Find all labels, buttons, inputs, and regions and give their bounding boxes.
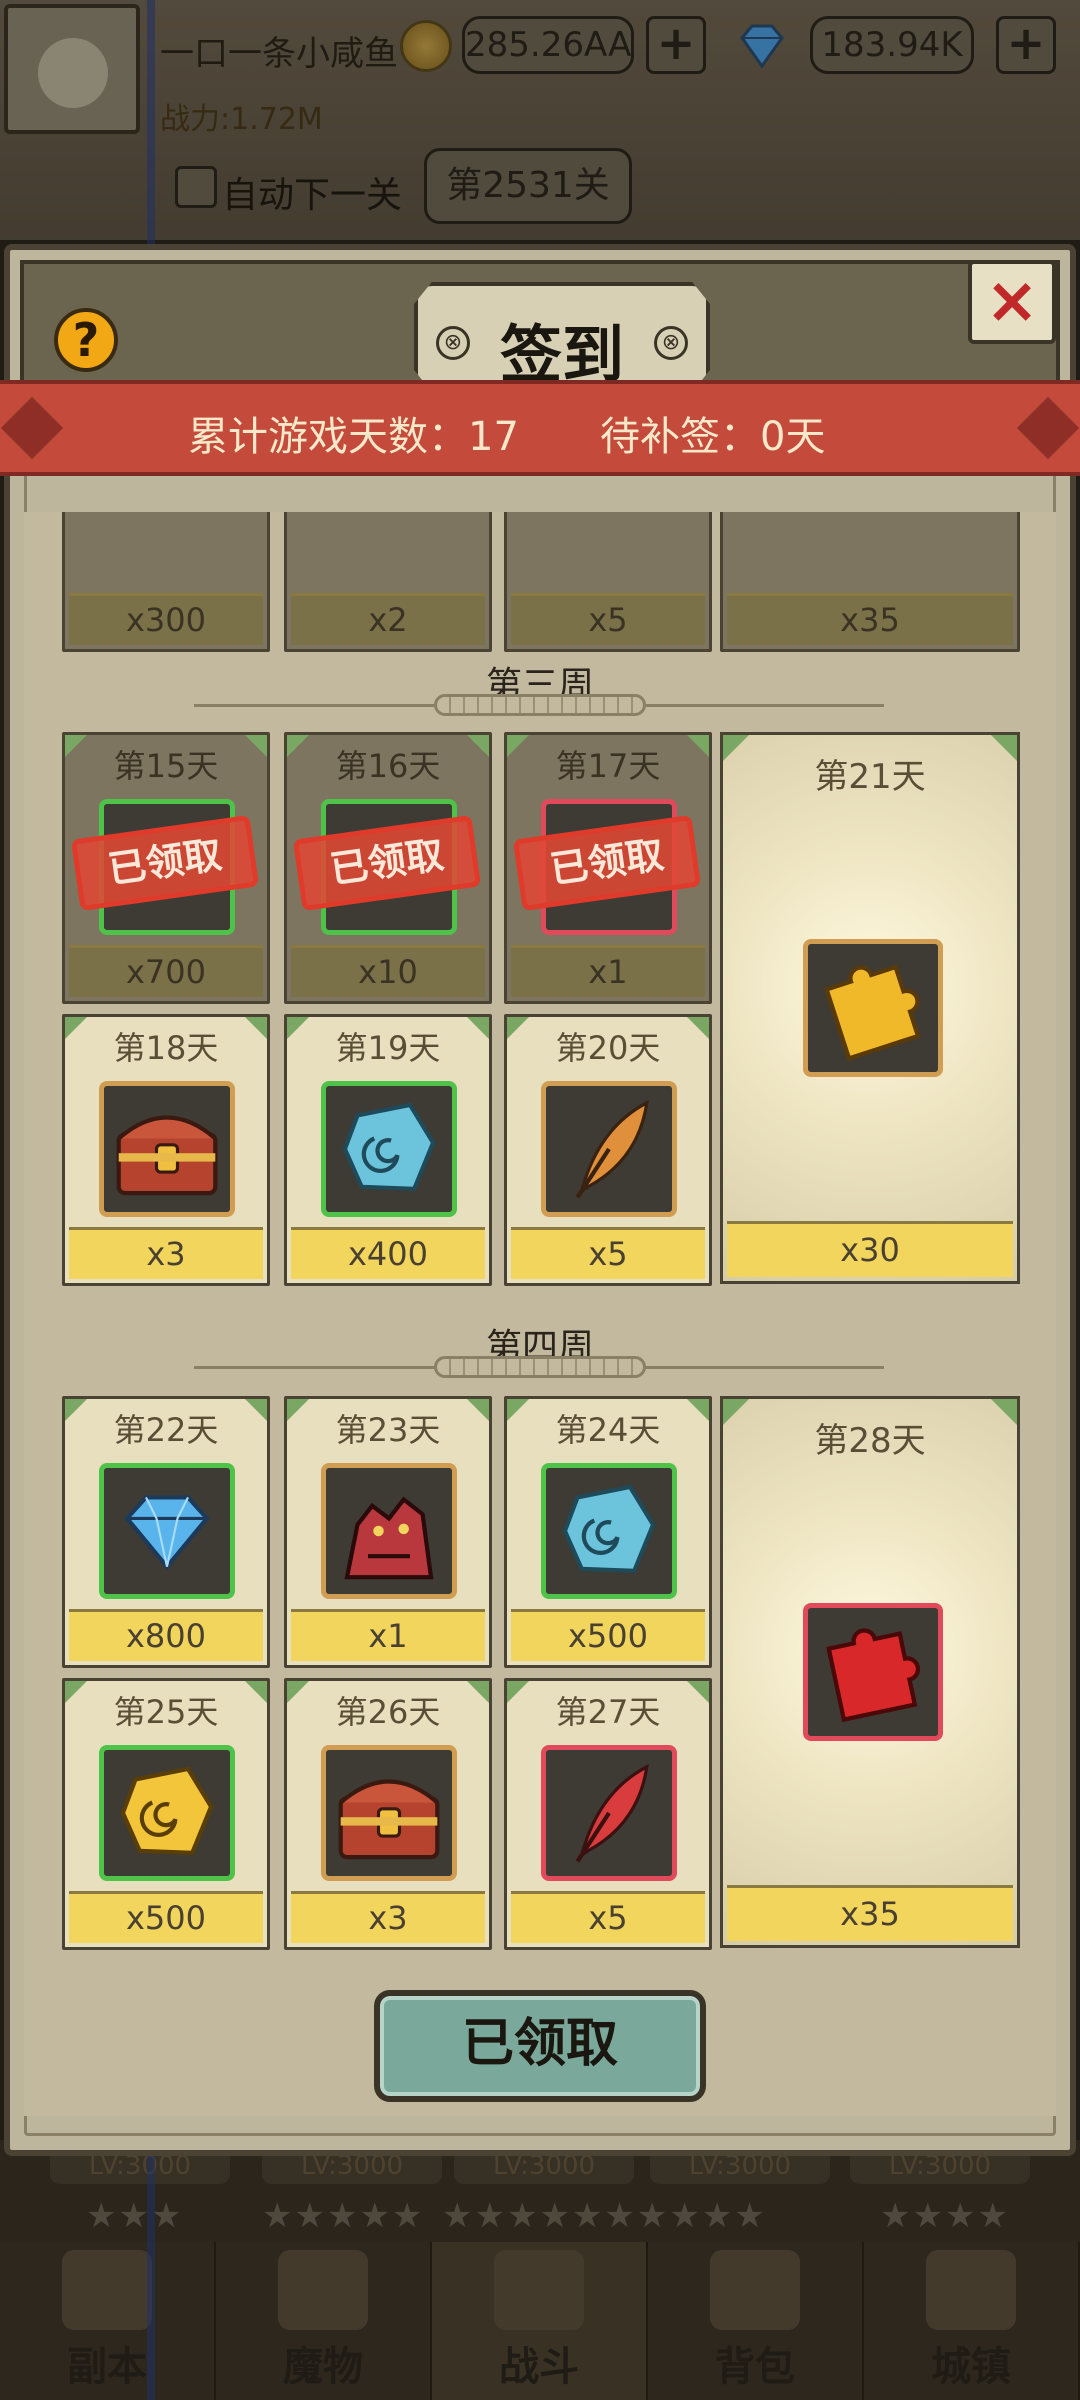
reward-quantity: x30 [727, 1221, 1013, 1277]
reward-card-day-19[interactable]: 第19天 x400 [284, 1014, 492, 1286]
treasure-chest-icon [321, 1745, 457, 1881]
blue-ore-icon [541, 1463, 677, 1599]
reward-card-day-25[interactable]: 第25天 x500 [62, 1678, 270, 1950]
help-button[interactable]: ? [54, 308, 118, 372]
day-label: 第16天 [335, 747, 441, 785]
reward-quantity: x700 [69, 945, 263, 997]
reward-quantity: x500 [69, 1891, 263, 1943]
reward-quantity: x1 [291, 1609, 485, 1661]
red-puzzle-icon [803, 1603, 943, 1741]
week-ornament [434, 694, 646, 716]
reward-card: x300 [62, 512, 270, 652]
day-label: 第17天 [555, 747, 661, 785]
reward-card-day-23[interactable]: 第23天 x1 [284, 1396, 492, 1668]
reward-quantity: x10 [291, 945, 485, 997]
reward-quantity: x5 [511, 1227, 705, 1279]
blue-ore-icon [321, 1081, 457, 1217]
diamond-icon [99, 1463, 235, 1599]
reward-quantity: x3 [291, 1891, 485, 1943]
day-label: 第25天 [113, 1693, 219, 1731]
reward-quantity: x5 [511, 1891, 705, 1943]
dialog-header: ? ⊗ 签到 ⊗ [20, 260, 1060, 392]
reward-card-day-24[interactable]: 第24天 x500 [504, 1396, 712, 1668]
day-label: 第23天 [335, 1411, 441, 1449]
reward-card-day-26[interactable]: 第26天 x3 [284, 1678, 492, 1950]
makeup-days-text: 待补签：0天 [600, 414, 826, 460]
reward-quantity: x35 [727, 593, 1013, 645]
reward-card-big: x35 [720, 512, 1020, 652]
reward-quantity: x400 [291, 1227, 485, 1279]
red-demon-icon [321, 1463, 457, 1599]
day-label: 第24天 [555, 1411, 661, 1449]
reward-card-day-28[interactable]: 第28天 x35 [720, 1396, 1020, 1948]
reward-quantity: x35 [727, 1885, 1013, 1941]
bolt-icon: ⊗ [654, 326, 688, 360]
day-label: 第20天 [555, 1029, 661, 1067]
treasure-chest-icon [99, 1081, 235, 1217]
day-label: 第19天 [335, 1029, 441, 1067]
day-label: 第26天 [335, 1693, 441, 1731]
reward-card-day-20[interactable]: 第20天 x5 [504, 1014, 712, 1286]
rewards-scroll-area[interactable]: x300 x2 x5 x35 第三周 第15天 已领取 x700 第16天 已领… [24, 512, 1056, 2116]
reward-card: x2 [284, 512, 492, 652]
day-label: 第27天 [555, 1693, 661, 1731]
reward-quantity: x3 [69, 1227, 263, 1279]
reward-card-day-27[interactable]: 第27天 x5 [504, 1678, 712, 1950]
reward-quantity: x300 [69, 593, 263, 645]
gold-puzzle-icon [803, 939, 943, 1077]
reward-quantity: x800 [69, 1609, 263, 1661]
reward-card-day-16[interactable]: 第16天 已领取 x10 [284, 732, 492, 1004]
total-days-text: 累计游戏天数：17 [188, 414, 519, 460]
reward-card-day-17[interactable]: 第17天 已领取 x1 [504, 732, 712, 1004]
reward-card-day-21[interactable]: 第21天 x30 [720, 732, 1020, 1284]
reward-card: x5 [504, 512, 712, 652]
claimed-button[interactable]: 已领取 [374, 1990, 706, 2102]
reward-card-day-18[interactable]: 第18天 x3 [62, 1014, 270, 1286]
reward-card-day-22[interactable]: 第22天 x800 [62, 1396, 270, 1668]
reward-quantity: x2 [291, 593, 485, 645]
orange-feather-icon [541, 1081, 677, 1217]
reward-quantity: x1 [511, 945, 705, 997]
red-feather-icon [541, 1745, 677, 1881]
day-label: 第22天 [113, 1411, 219, 1449]
week-ornament [434, 1356, 646, 1378]
reward-quantity: x500 [511, 1609, 705, 1661]
day-label: 第15天 [113, 747, 219, 785]
signin-summary-ribbon: 累计游戏天数：17 待补签：0天 [0, 380, 1080, 476]
day-label: 第21天 [814, 757, 926, 797]
title-plate: ⊗ 签到 ⊗ [414, 282, 710, 392]
reward-card-day-15[interactable]: 第15天 已领取 x700 [62, 732, 270, 1004]
day-label: 第18天 [113, 1029, 219, 1067]
reward-quantity: x5 [511, 593, 705, 645]
close-button[interactable]: × [968, 260, 1056, 344]
gold-ore-icon [99, 1745, 235, 1881]
day-label: 第28天 [814, 1421, 926, 1461]
